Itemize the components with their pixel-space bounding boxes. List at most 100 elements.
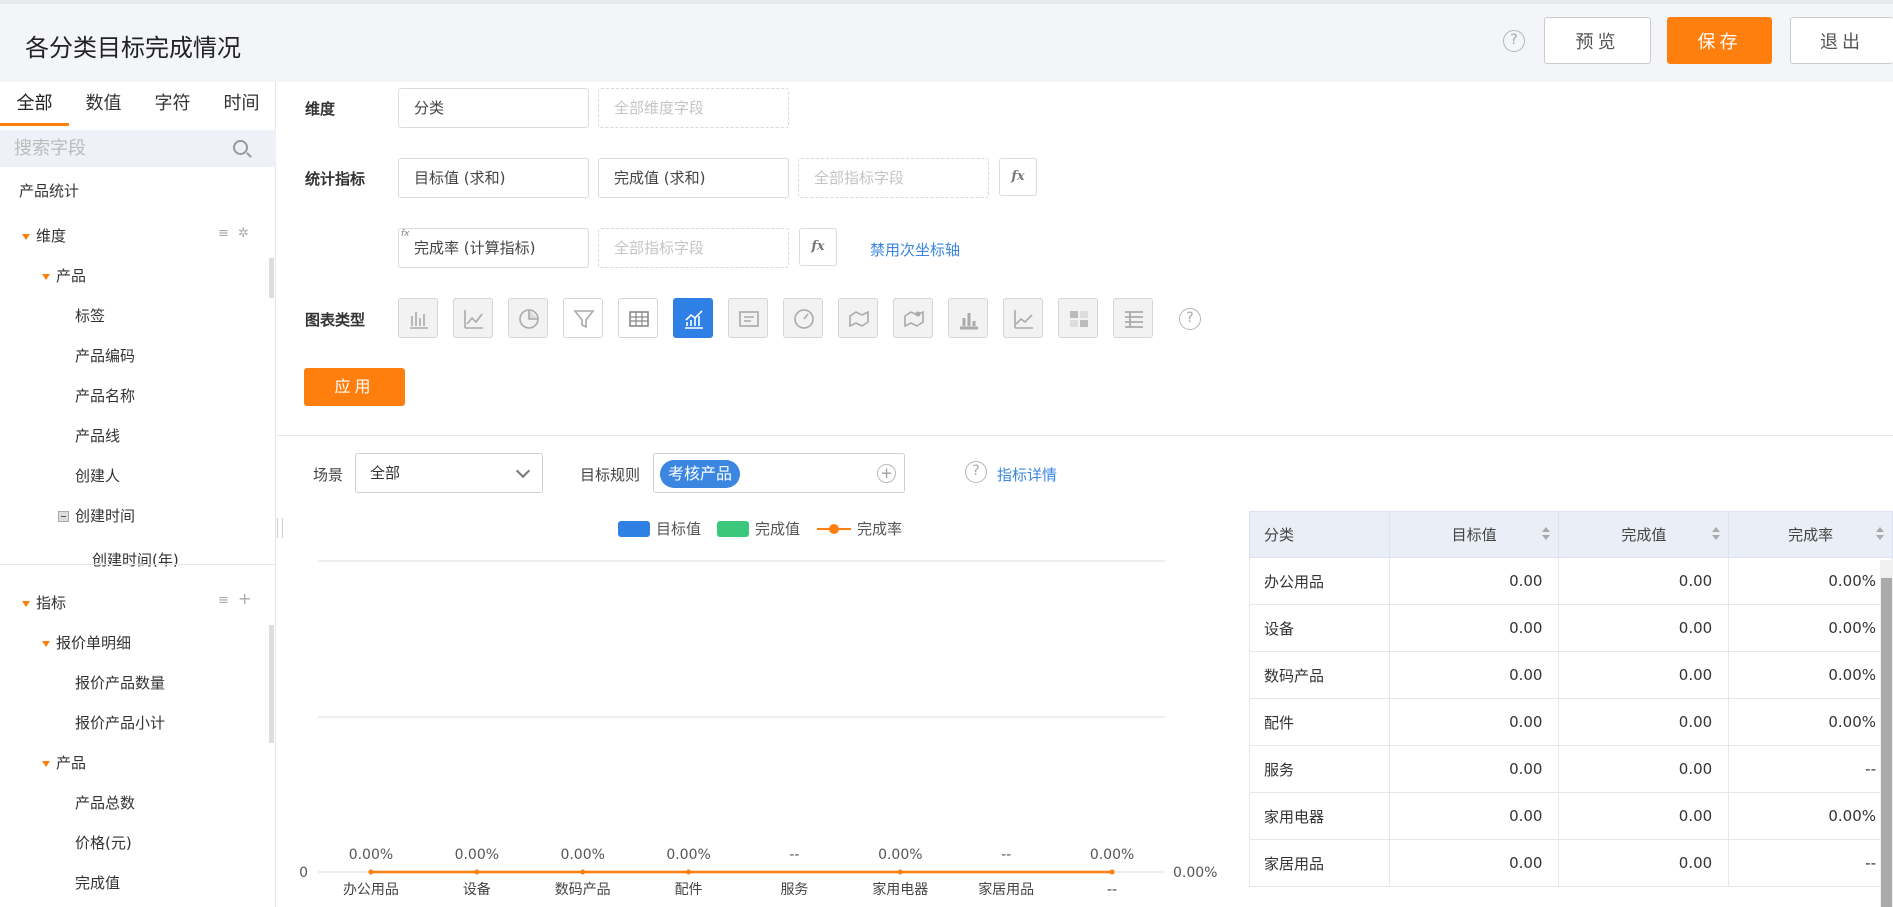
add-icon[interactable]: + bbox=[238, 589, 251, 608]
scene-select[interactable]: 全部 bbox=[355, 453, 543, 493]
tab-string[interactable]: 字符 bbox=[138, 82, 207, 126]
table-cell: 0.00% bbox=[1728, 792, 1893, 840]
legend-line-swatch bbox=[817, 523, 851, 534]
dimension-field-category[interactable]: 分类 bbox=[398, 88, 589, 128]
tree-node-created-time[interactable]: 创建时间 bbox=[58, 505, 135, 526]
chart-type-column[interactable] bbox=[948, 298, 988, 338]
field-item[interactable]: 价格(元) bbox=[75, 832, 132, 853]
table-cell: 0.00 bbox=[1389, 698, 1560, 746]
fx-button[interactable]: fx bbox=[999, 158, 1037, 196]
tree-node-quote-detail[interactable]: 报价单明细 bbox=[42, 632, 131, 653]
metric-field-actual[interactable]: 完成值 (求和) bbox=[598, 158, 789, 198]
chart-type-area[interactable] bbox=[1003, 298, 1043, 338]
chart-type-bar[interactable] bbox=[398, 298, 438, 338]
chart-type-table[interactable] bbox=[618, 298, 658, 338]
legend-swatch bbox=[618, 520, 650, 537]
field-item[interactable]: 报价产品小计 bbox=[75, 712, 165, 733]
field-item[interactable]: 报价产品数量 bbox=[75, 672, 165, 693]
field-item[interactable]: 产品编码 bbox=[75, 345, 135, 366]
tab-all[interactable]: 全部 bbox=[0, 82, 69, 126]
table-row[interactable]: 家用电器 0.00 0.00 0.00% bbox=[1249, 792, 1893, 840]
chart-type-pie[interactable] bbox=[508, 298, 548, 338]
dimension-drop-zone[interactable]: 全部维度字段 bbox=[598, 88, 789, 128]
legend-actual[interactable]: 完成值 bbox=[717, 518, 800, 539]
table-row[interactable]: 数码产品 0.00 0.00 0.00% bbox=[1249, 651, 1893, 699]
disable-secondary-axis-link[interactable]: 禁用次坐标轴 bbox=[870, 239, 960, 260]
chart-type-combo[interactable] bbox=[673, 298, 713, 338]
field-item[interactable]: 创建时间(年) bbox=[92, 549, 179, 570]
search-icon[interactable] bbox=[233, 140, 248, 155]
table-row[interactable]: 办公用品 0.00 0.00 0.00% bbox=[1249, 557, 1893, 605]
table-header-row: 分类 目标值 完成值 完成率 bbox=[1249, 511, 1893, 558]
chart-type-help-icon[interactable]: ? bbox=[1179, 308, 1201, 330]
chart-type-map[interactable] bbox=[838, 298, 878, 338]
table-cell: 0.00 bbox=[1389, 651, 1560, 699]
chart-type-pivot[interactable] bbox=[1113, 298, 1153, 338]
column-header-target[interactable]: 目标值 bbox=[1388, 511, 1560, 558]
y-axis-left-tick: 0 bbox=[299, 865, 308, 881]
metric-scrollbar[interactable] bbox=[269, 625, 274, 743]
sort-icon[interactable]: ≡ bbox=[218, 593, 229, 608]
tab-numeric[interactable]: 数值 bbox=[69, 82, 138, 126]
field-item[interactable]: 标签 bbox=[75, 305, 105, 326]
apply-button[interactable]: 应用 bbox=[304, 368, 405, 406]
table-row[interactable]: 家居用品 0.00 0.00 -- bbox=[1249, 839, 1893, 887]
chart-type-line[interactable] bbox=[453, 298, 493, 338]
chart-type-map-point[interactable] bbox=[893, 298, 933, 338]
combo-chart-icon bbox=[685, 310, 703, 329]
table-row[interactable]: 设备 0.00 0.00 0.00% bbox=[1249, 604, 1893, 652]
field-item[interactable]: 完成值 bbox=[75, 872, 120, 893]
table-cell: 0.00 bbox=[1558, 557, 1730, 605]
scrollbar-thumb[interactable] bbox=[1881, 578, 1892, 907]
chart-type-gauge[interactable] bbox=[783, 298, 823, 338]
metric-detail-link[interactable]: 指标详情 bbox=[997, 464, 1057, 485]
field-item[interactable]: 产品线 bbox=[75, 425, 120, 446]
tree-group-dimension[interactable]: 维度 bbox=[22, 225, 66, 246]
tree-node-product-metric[interactable]: 产品 bbox=[42, 752, 86, 773]
table-row[interactable]: 服务 0.00 0.00 -- bbox=[1249, 745, 1893, 793]
exit-button[interactable]: 退出 bbox=[1790, 17, 1893, 64]
field-search bbox=[0, 130, 276, 167]
save-button[interactable]: 保存 bbox=[1667, 17, 1772, 64]
fx-button-secondary[interactable]: fx bbox=[799, 228, 837, 266]
gear-icon[interactable]: ✲ bbox=[238, 226, 249, 241]
drag-handle-icon[interactable]: ═ bbox=[138, 560, 144, 571]
plus-circle-icon[interactable]: + bbox=[877, 464, 896, 483]
data-table: 分类 目标值 完成值 完成率 办公用品 0.00 0.00 0.00% 设备 0.00 0.… bbox=[1249, 511, 1893, 887]
column-header-category[interactable]: 分类 bbox=[1249, 511, 1390, 558]
data-label: -- bbox=[789, 847, 799, 863]
table-row[interactable]: 配件 0.00 0.00 0.00% bbox=[1249, 698, 1893, 746]
chart-type-heatmap[interactable] bbox=[1058, 298, 1098, 338]
metric-field-target[interactable]: 目标值 (求和) bbox=[398, 158, 589, 198]
tab-time[interactable]: 时间 bbox=[207, 82, 276, 126]
chart-type-funnel[interactable] bbox=[563, 298, 603, 338]
funnel-chart-icon bbox=[573, 310, 595, 329]
target-rule-tag[interactable]: 考核产品 bbox=[660, 460, 741, 488]
search-input[interactable] bbox=[14, 130, 224, 167]
y-axis-right-tick: 0.00% bbox=[1173, 865, 1217, 881]
tree-node-product[interactable]: 产品 bbox=[42, 265, 86, 286]
dimension-scrollbar[interactable] bbox=[269, 258, 274, 298]
calc-metric-drop-zone[interactable]: 全部指标字段 bbox=[598, 228, 789, 268]
legend-rate[interactable]: 完成率 bbox=[817, 518, 902, 539]
tree-group-metric[interactable]: 指标 bbox=[22, 592, 66, 613]
chart-type-card[interactable] bbox=[728, 298, 768, 338]
table-scrollbar[interactable] bbox=[1880, 560, 1893, 907]
field-item[interactable]: 创建人 bbox=[75, 465, 120, 486]
sidebar-resize-handle[interactable] bbox=[277, 518, 283, 538]
column-header-rate[interactable]: 完成率 bbox=[1728, 511, 1893, 558]
sort-icon[interactable]: ≡ bbox=[218, 226, 229, 241]
data-label: 0.00% bbox=[349, 847, 393, 863]
metric-help-icon[interactable]: ? bbox=[965, 461, 987, 483]
card-icon bbox=[739, 311, 759, 327]
legend-target[interactable]: 目标值 bbox=[618, 518, 701, 539]
target-rule-select[interactable]: 考核产品 + bbox=[653, 453, 905, 493]
calc-metric-field[interactable]: fx 完成率 (计算指标) bbox=[398, 228, 589, 268]
field-item[interactable]: 产品总数 bbox=[75, 792, 135, 813]
rate-point bbox=[474, 869, 480, 875]
preview-button[interactable]: 预览 bbox=[1544, 17, 1651, 64]
metric-drop-zone[interactable]: 全部指标字段 bbox=[798, 158, 989, 198]
field-item[interactable]: 产品名称 bbox=[75, 385, 135, 406]
column-header-actual[interactable]: 完成值 bbox=[1558, 511, 1730, 558]
help-icon[interactable]: ? bbox=[1503, 30, 1525, 52]
